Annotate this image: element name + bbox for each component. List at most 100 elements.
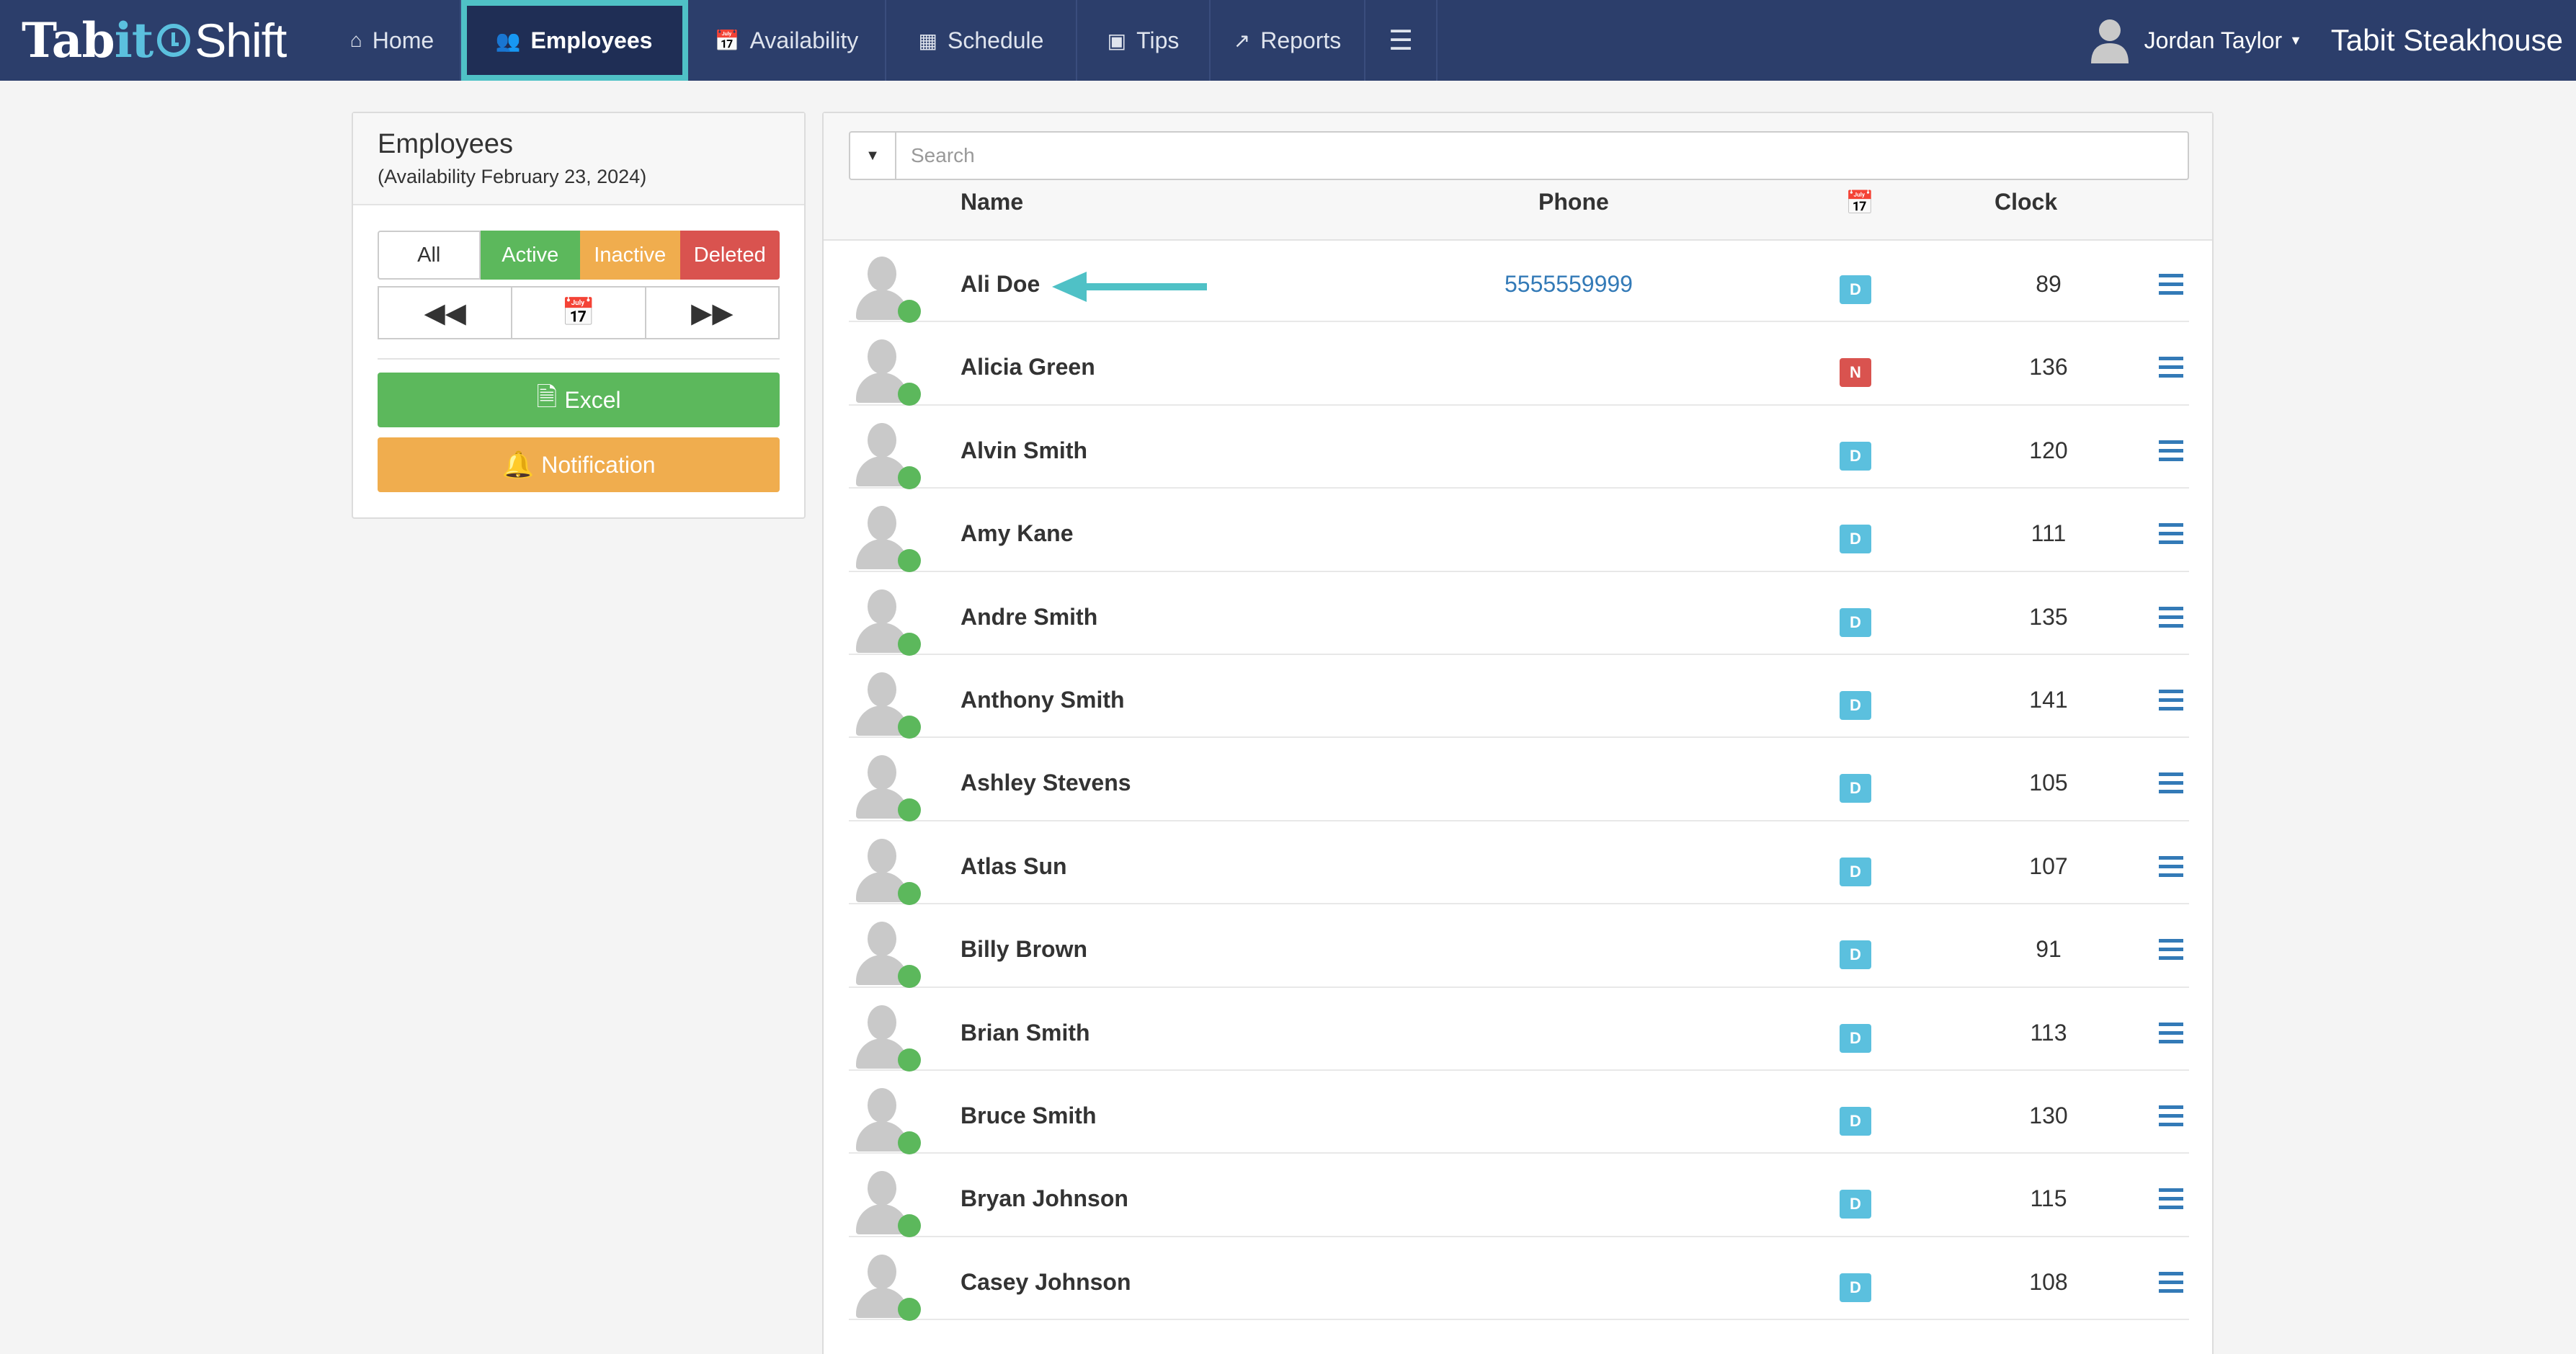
status-dot bbox=[898, 1048, 921, 1072]
table-row[interactable]: Andre Smith D 135 bbox=[849, 572, 2189, 657]
table-row[interactable]: Anthony Smith D 141 bbox=[849, 655, 2189, 740]
avatar[interactable] bbox=[849, 585, 921, 657]
row-menu-icon[interactable] bbox=[2159, 1271, 2183, 1293]
excel-label: Excel bbox=[564, 386, 621, 413]
employee-name[interactable]: Ashley Stevens bbox=[961, 770, 1131, 796]
employee-name[interactable]: Bruce Smith bbox=[961, 1103, 1096, 1129]
nav-availability[interactable]: 📅 Availability bbox=[688, 0, 886, 81]
previous-date-button[interactable]: ◀◀ bbox=[378, 286, 513, 339]
filter-all-button[interactable]: All bbox=[378, 231, 481, 280]
status-dot bbox=[898, 466, 921, 489]
table-row[interactable]: Bruce Smith D 130 bbox=[849, 1071, 2189, 1154]
table-row[interactable]: Alicia Green N 136 bbox=[849, 322, 2189, 407]
double-right-icon: ▶▶ bbox=[691, 298, 734, 329]
user-name: Jordan Taylor bbox=[2144, 27, 2283, 53]
avatar[interactable] bbox=[849, 502, 921, 574]
employee-name[interactable]: Anthony Smith bbox=[961, 687, 1125, 713]
notification-button[interactable]: 🔔 Notification bbox=[378, 437, 780, 492]
row-menu-icon[interactable] bbox=[2159, 939, 2183, 961]
brand-text-tab: Tab bbox=[22, 12, 115, 68]
employee-list-panel: ▼ Name Phone 📅 Clock Ali Doe 5555559999 … bbox=[822, 112, 2214, 1354]
table-row[interactable]: Ashley Stevens D 105 bbox=[849, 738, 2189, 823]
row-menu-icon[interactable] bbox=[2159, 274, 2183, 295]
column-header-clock[interactable]: Clock bbox=[1995, 189, 2057, 215]
calendar-button[interactable]: 📅 bbox=[512, 286, 646, 339]
avatar[interactable] bbox=[849, 252, 921, 324]
annotation-arrow-icon bbox=[1052, 272, 1207, 302]
row-menu-icon[interactable] bbox=[2159, 357, 2183, 378]
filter-active-button[interactable]: Active bbox=[480, 231, 580, 280]
avatar[interactable] bbox=[849, 668, 921, 740]
employee-name[interactable]: Ali Doe bbox=[961, 271, 1040, 298]
avatar[interactable] bbox=[849, 335, 921, 407]
table-row[interactable]: Casey Johnson D 108 bbox=[849, 1237, 2189, 1322]
avatar[interactable] bbox=[849, 917, 921, 989]
restaurant-name[interactable]: Tabit Steakhouse bbox=[2331, 0, 2563, 81]
next-date-button[interactable]: ▶▶ bbox=[646, 286, 780, 339]
user-menu[interactable]: Jordan Taylor ▼ bbox=[2090, 0, 2302, 81]
avatar[interactable] bbox=[849, 419, 921, 491]
table-row[interactable]: Atlas Sun D 107 bbox=[849, 821, 2189, 907]
avatar[interactable] bbox=[849, 1250, 921, 1322]
employee-name[interactable]: Billy Brown bbox=[961, 936, 1087, 963]
row-menu-icon[interactable] bbox=[2159, 1188, 2183, 1210]
table-row[interactable]: Ali Doe 5555559999 D 89 bbox=[849, 239, 2189, 324]
brand-logo[interactable]: Tab it Shift bbox=[22, 7, 287, 74]
nav-availability-label: Availability bbox=[749, 27, 859, 53]
column-header-name[interactable]: Name bbox=[961, 189, 1023, 215]
row-menu-icon[interactable] bbox=[2159, 855, 2183, 878]
employee-name[interactable]: Alicia Green bbox=[961, 354, 1095, 380]
clock-number: 141 bbox=[2029, 686, 2068, 713]
employee-name[interactable]: Brian Smith bbox=[961, 1020, 1090, 1046]
nav-schedule[interactable]: ▦ Schedule bbox=[886, 0, 1077, 81]
nav-employees[interactable]: 👥 Employees bbox=[461, 0, 688, 81]
clock-number: 113 bbox=[2030, 1019, 2067, 1046]
employee-name[interactable]: Alvin Smith bbox=[961, 437, 1087, 464]
employee-name[interactable]: Bryan Johnson bbox=[961, 1185, 1128, 1212]
table-row[interactable]: Alvin Smith D 120 bbox=[849, 406, 2189, 489]
avatar[interactable] bbox=[849, 834, 921, 907]
employee-phone[interactable]: 5555559999 bbox=[1505, 271, 1633, 298]
row-menu-icon[interactable] bbox=[2159, 1022, 2183, 1044]
column-header-phone[interactable]: Phone bbox=[1538, 189, 1609, 215]
status-dot bbox=[898, 1214, 921, 1238]
avatar-head bbox=[868, 506, 896, 541]
clock-number: 107 bbox=[2029, 852, 2068, 879]
table-row[interactable]: Billy Brown D 91 bbox=[849, 904, 2189, 989]
row-menu-icon[interactable] bbox=[2159, 1105, 2183, 1127]
nav-reports[interactable]: ↗ Reports bbox=[1211, 0, 1365, 81]
employee-name[interactable]: Atlas Sun bbox=[961, 853, 1067, 880]
table-row[interactable]: Bryan Johnson D 115 bbox=[849, 1154, 2189, 1239]
search-input[interactable] bbox=[896, 131, 2189, 180]
status-dot bbox=[898, 881, 921, 905]
row-menu-icon[interactable] bbox=[2159, 523, 2183, 545]
row-menu-icon[interactable] bbox=[2159, 606, 2183, 628]
employee-name[interactable]: Amy Kane bbox=[961, 520, 1074, 547]
clock-number: 91 bbox=[2036, 936, 2062, 963]
table-row[interactable]: Brian Smith D 113 bbox=[849, 988, 2189, 1073]
avatar[interactable] bbox=[849, 1167, 921, 1239]
nav-home[interactable]: ⌂ Home bbox=[324, 0, 461, 81]
avatar-head bbox=[868, 339, 896, 375]
row-menu-icon[interactable] bbox=[2159, 440, 2183, 462]
status-dot bbox=[898, 1131, 921, 1154]
filter-inactive-button[interactable]: Inactive bbox=[580, 231, 680, 280]
employee-name[interactable]: Casey Johnson bbox=[961, 1269, 1131, 1296]
nav-more-menu[interactable]: ☰ bbox=[1365, 0, 1438, 81]
table-row[interactable]: Amy Kane D 111 bbox=[849, 489, 2189, 574]
nav-tips[interactable]: ▣ Tips bbox=[1077, 0, 1211, 81]
search-dropdown[interactable]: ▼ bbox=[849, 131, 896, 180]
column-header-availability[interactable]: 📅 bbox=[1845, 189, 1874, 216]
avatar[interactable] bbox=[849, 751, 921, 823]
row-menu-icon[interactable] bbox=[2159, 772, 2183, 794]
clock-number: 136 bbox=[2029, 354, 2068, 380]
avatar[interactable] bbox=[849, 1084, 921, 1156]
employee-name[interactable]: Andre Smith bbox=[961, 604, 1097, 631]
avatar[interactable] bbox=[849, 1001, 921, 1073]
row-menu-icon[interactable] bbox=[2159, 689, 2183, 711]
excel-button[interactable]: 🗎 Excel bbox=[378, 373, 780, 427]
clock-number: 108 bbox=[2029, 1268, 2068, 1295]
search-bar: ▼ bbox=[849, 131, 2189, 180]
filter-deleted-button[interactable]: Deleted bbox=[679, 231, 780, 280]
clock-number: 105 bbox=[2029, 770, 2068, 796]
